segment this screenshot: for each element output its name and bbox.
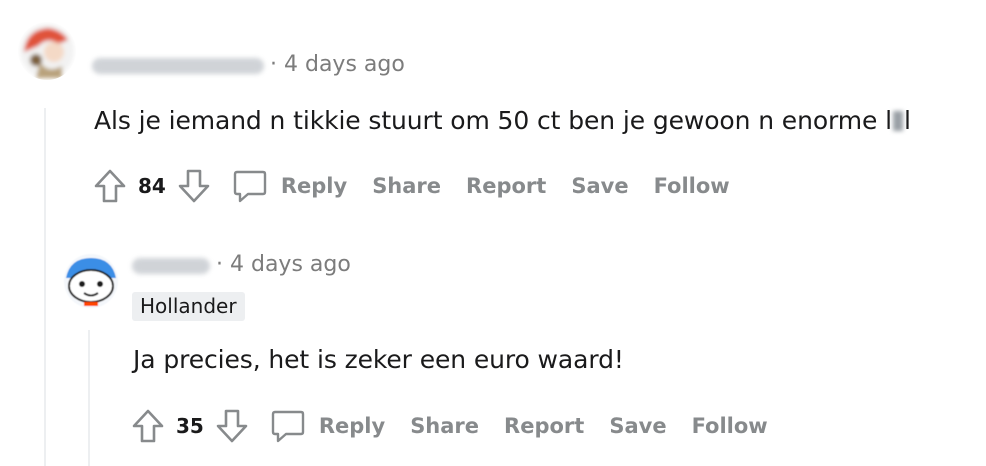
comment-timestamp[interactable]: · 4 days ago <box>216 252 351 277</box>
downvote-arrow-icon[interactable] <box>212 406 252 446</box>
comment-bubble-icon[interactable] <box>268 406 308 446</box>
comment-actions: 35 Reply Share Report Save Follow <box>128 406 768 446</box>
username-redacted[interactable] <box>92 58 264 74</box>
censored-character <box>893 111 903 131</box>
comment-thread: · 4 days ago Als je iemand n tikkie stuu… <box>0 0 986 466</box>
reply-button[interactable]: Reply <box>281 174 347 198</box>
avatar[interactable] <box>62 252 120 310</box>
comment-body: Als je iemand n tikkie stuurt om 50 ct b… <box>94 106 911 135</box>
upvote-arrow-icon[interactable] <box>90 166 130 206</box>
username-redacted[interactable] <box>132 258 210 274</box>
comment-timestamp[interactable]: · 4 days ago <box>270 52 405 77</box>
comment-body: Ja precies, het is zeker een euro waard! <box>133 345 624 374</box>
downvote-arrow-icon[interactable] <box>174 166 214 206</box>
report-button[interactable]: Report <box>504 414 584 438</box>
share-button[interactable]: Share <box>372 174 441 198</box>
reply-button[interactable]: Reply <box>319 414 385 438</box>
comment-body-text-end: l <box>904 106 911 135</box>
share-button[interactable]: Share <box>410 414 479 438</box>
vote-score: 84 <box>138 174 166 198</box>
report-button[interactable]: Report <box>466 174 546 198</box>
thread-line-top-level[interactable] <box>44 108 46 466</box>
user-flair: Hollander <box>132 292 245 321</box>
thread-line-reply[interactable] <box>88 330 90 466</box>
vote-score: 35 <box>176 414 204 438</box>
comment-actions: 84 Reply Share Report Save Follow <box>90 166 730 206</box>
follow-button[interactable]: Follow <box>692 414 768 438</box>
upvote-arrow-icon[interactable] <box>128 406 168 446</box>
comment-body-text: Als je iemand n tikkie stuurt om 50 ct b… <box>94 106 892 135</box>
follow-button[interactable]: Follow <box>654 174 730 198</box>
comment-bubble-icon[interactable] <box>230 166 270 206</box>
save-button[interactable]: Save <box>609 414 666 438</box>
save-button[interactable]: Save <box>571 174 628 198</box>
avatar[interactable] <box>18 22 76 80</box>
